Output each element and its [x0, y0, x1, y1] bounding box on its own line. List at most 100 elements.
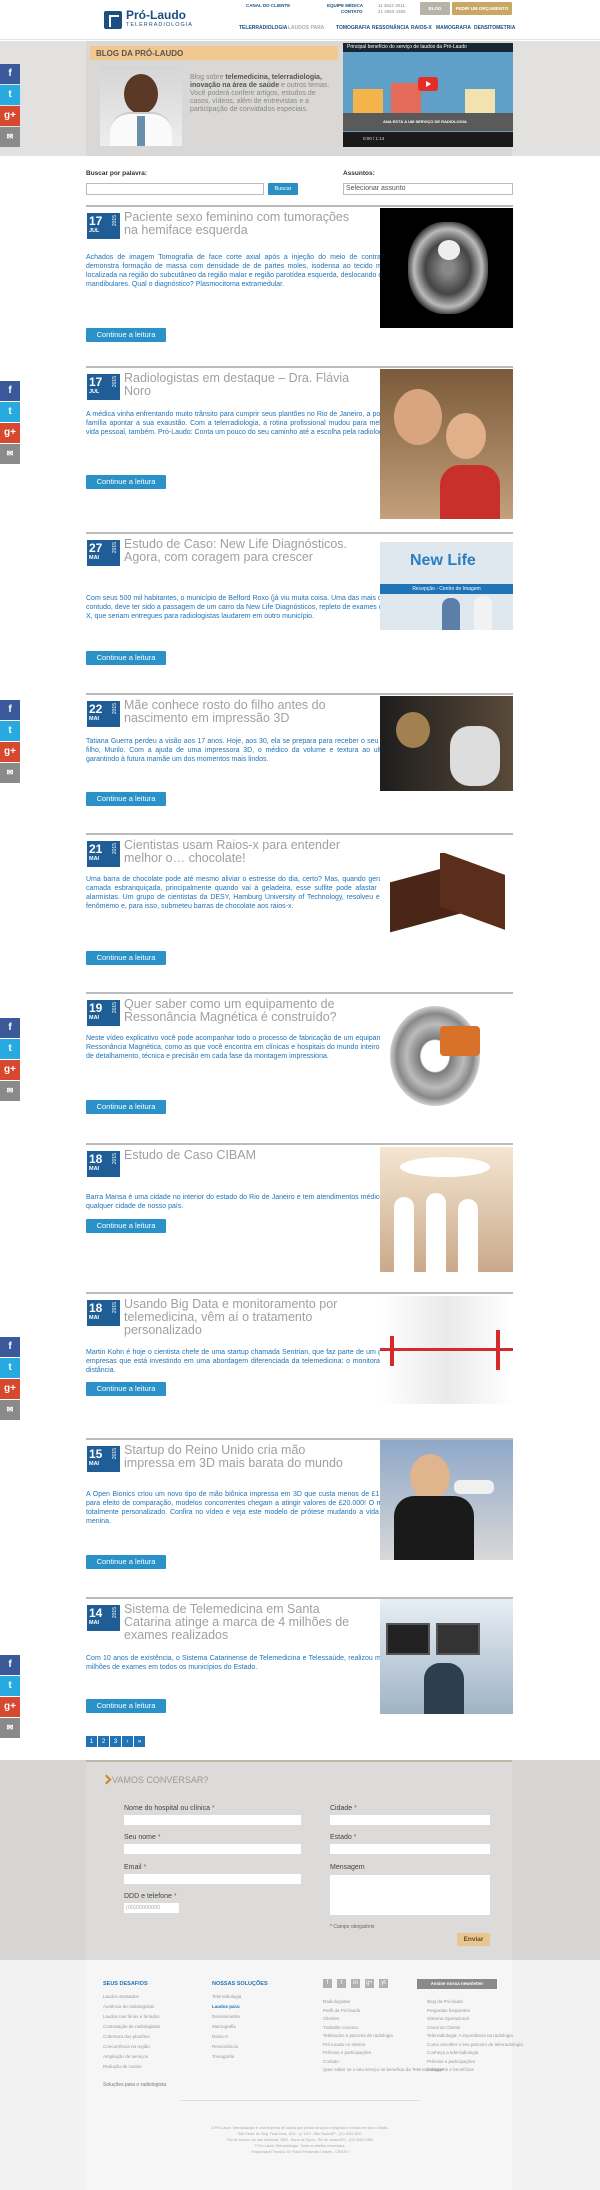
footer-resource-link[interactable]: Como escolher o seu parceiro de telerrad… — [427, 2042, 523, 2047]
post-title[interactable]: Mãe conhece rosto do filho antes do nasc… — [124, 699, 358, 725]
nav-tomografia[interactable]: TOMOGRAFIA — [336, 25, 370, 31]
hospital-input[interactable] — [124, 1815, 301, 1825]
footer-challenge-link[interactable]: Redução de custos — [103, 2064, 142, 2069]
facebook-icon[interactable]: f — [0, 1655, 20, 1675]
newsletter-button[interactable]: Assine nossa newsletter — [417, 1979, 497, 1989]
read-more-button[interactable]: Continue a leitura — [86, 651, 166, 665]
footer-about-link[interactable]: Perfil da Pró-laudo — [323, 2008, 360, 2013]
post-thumbnail[interactable] — [380, 369, 513, 519]
twitter-icon[interactable]: t — [0, 1676, 20, 1696]
play-icon[interactable] — [418, 77, 438, 91]
twitter-icon[interactable]: t — [0, 402, 20, 422]
page-next[interactable]: › — [122, 1736, 133, 1747]
post-thumbnail[interactable] — [380, 1440, 513, 1560]
footer-about-link[interactable]: Quer saber se o seu serviço se beneficia… — [323, 2067, 444, 2072]
footer-resource-link[interactable]: Perguntas frequentes — [427, 2008, 470, 2013]
footer-solution-link[interactable]: Telerradiologia — [212, 1994, 241, 1999]
post-title[interactable]: Radiologistas em destaque – Dra. Flávia … — [124, 372, 358, 398]
email-icon[interactable]: ✉ — [0, 127, 20, 147]
state-input[interactable] — [330, 1844, 490, 1854]
post-title[interactable]: Estudo de Caso: New Life Diagnósticos. A… — [124, 538, 358, 564]
logo-name[interactable]: Pró-Laudo — [126, 9, 186, 21]
post-title[interactable]: Startup do Reino Unido cria mão impressa… — [124, 1444, 358, 1470]
post-thumbnail[interactable] — [380, 696, 513, 791]
footer-resource-link[interactable]: Telerradiologia: A importância na radiol… — [427, 2033, 513, 2038]
footer-solution-link[interactable]: Densitometria — [212, 2014, 240, 2019]
twitter-icon[interactable]: t — [337, 1979, 346, 1988]
post-title[interactable]: Usando Big Data e monitoramento por tele… — [124, 1298, 358, 1337]
post-title[interactable]: Sistema de Telemedicina em Santa Catarin… — [124, 1603, 358, 1642]
search-input[interactable] — [86, 183, 264, 195]
nav-mamografia[interactable]: MAMOGRAFIA — [436, 25, 471, 31]
blog-button[interactable]: BLOG — [420, 2, 450, 15]
footer-solution-link[interactable]: Mamografia — [212, 2024, 236, 2029]
video-player[interactable]: Principal benefício do serviço de laudos… — [343, 43, 513, 147]
logo-icon[interactable] — [104, 11, 122, 29]
video-controls[interactable]: 0:00 / 1:14 — [343, 132, 513, 147]
message-textarea[interactable] — [330, 1875, 490, 1915]
facebook-icon[interactable]: f — [0, 64, 20, 84]
footer-about-link[interactable]: Clientes — [323, 2016, 339, 2021]
read-more-button[interactable]: Continue a leitura — [86, 1555, 166, 1569]
facebook-icon[interactable]: f — [0, 1337, 20, 1357]
page-2[interactable]: 2 — [98, 1736, 109, 1747]
email-icon[interactable]: ✉ — [0, 1718, 20, 1738]
post-thumbnail[interactable] — [380, 853, 513, 953]
page-1[interactable]: 1 — [86, 1736, 97, 1747]
contact-link[interactable]: CONTATO — [341, 9, 363, 14]
youtube-icon[interactable]: yt — [379, 1979, 388, 1988]
page-last[interactable]: » — [134, 1736, 145, 1747]
google-plus-icon[interactable]: g+ — [0, 1379, 20, 1399]
search-button[interactable]: Buscar — [268, 183, 298, 195]
nav-ressonancia[interactable]: RESSONÂNCIA — [372, 25, 409, 31]
footer-about-link[interactable]: Pró-Laudo no Interior — [323, 2042, 366, 2047]
post-title[interactable]: Cientistas usam Raios-x para entender me… — [124, 839, 358, 865]
facebook-icon[interactable]: f — [0, 381, 20, 401]
name-input[interactable] — [124, 1844, 301, 1854]
post-thumbnail[interactable] — [380, 1599, 513, 1714]
email-icon[interactable]: ✉ — [0, 444, 20, 464]
city-input[interactable] — [330, 1815, 490, 1825]
post-title[interactable]: Quer saber como um equipamento de Resson… — [124, 998, 358, 1024]
footer-radiologist-solutions[interactable]: Soluções para o radiologista — [103, 2082, 166, 2088]
google-plus-icon[interactable]: g+ — [0, 1060, 20, 1080]
footer-challenge-link[interactable]: Concorrência na região — [103, 2044, 150, 2049]
footer-challenge-link[interactable]: Laudos nas férias e feriados — [103, 2014, 160, 2019]
nav-raios-x[interactable]: RAIOS-X — [411, 25, 432, 31]
footer-resource-link[interactable]: Vantagens e benefícios — [427, 2067, 474, 2072]
phone-input[interactable]: (00)00000000 — [124, 1903, 179, 1913]
post-thumbnail[interactable]: New Life Recepção - Centro de Imagem — [380, 542, 513, 630]
post-thumbnail[interactable] — [380, 1296, 513, 1404]
footer-about-link[interactable]: Contato — [323, 2059, 339, 2064]
post-thumbnail[interactable] — [380, 996, 513, 1116]
footer-about-link[interactable]: Radiologistas — [323, 1999, 350, 2004]
nav-telerradiologia[interactable]: TELERRADIOLOGIA — [239, 25, 287, 31]
subject-select[interactable]: Selecionar assunto — [343, 183, 513, 195]
read-more-button[interactable]: Continue a leitura — [86, 792, 166, 806]
read-more-button[interactable]: Continue a leitura — [86, 1219, 166, 1233]
post-title[interactable]: Estudo de Caso CIBAM — [124, 1149, 358, 1162]
post-thumbnail[interactable] — [380, 1147, 513, 1272]
footer-solution-link[interactable]: Ressonância — [212, 2044, 238, 2049]
footer-challenge-link[interactable]: Laudos atrasados — [103, 1994, 139, 1999]
page-3[interactable]: 3 — [110, 1736, 121, 1747]
quote-button[interactable]: PEDIR UM ORÇAMENTO — [452, 2, 512, 15]
post-thumbnail[interactable] — [380, 208, 513, 328]
email-icon[interactable]: ✉ — [0, 1400, 20, 1420]
footer-challenge-link[interactable]: Contratação de radiologistas — [103, 2024, 160, 2029]
twitter-icon[interactable]: t — [0, 721, 20, 741]
footer-about-link[interactable]: Telelaudos e parceria de radiologia — [323, 2033, 393, 2038]
footer-about-link[interactable]: Prêmios e participações — [323, 2050, 371, 2055]
google-plus-icon[interactable]: g+ — [0, 742, 20, 762]
email-icon[interactable]: ✉ — [0, 1081, 20, 1101]
read-more-button[interactable]: Continue a leitura — [86, 1382, 166, 1396]
read-more-button[interactable]: Continue a leitura — [86, 1699, 166, 1713]
google-plus-icon[interactable]: g+ — [0, 423, 20, 443]
footer-challenge-link[interactable]: Ampliação de serviços — [103, 2054, 148, 2059]
google-plus-icon[interactable]: g+ — [0, 1697, 20, 1717]
read-more-button[interactable]: Continue a leitura — [86, 951, 166, 965]
footer-resource-link[interactable]: Sistema Operacional — [427, 2016, 469, 2021]
read-more-button[interactable]: Continue a leitura — [86, 1100, 166, 1114]
client-channel-link[interactable]: CANAL DO CLIENTE — [246, 3, 290, 8]
footer-resource-link[interactable]: Prêmios e participações — [427, 2059, 475, 2064]
